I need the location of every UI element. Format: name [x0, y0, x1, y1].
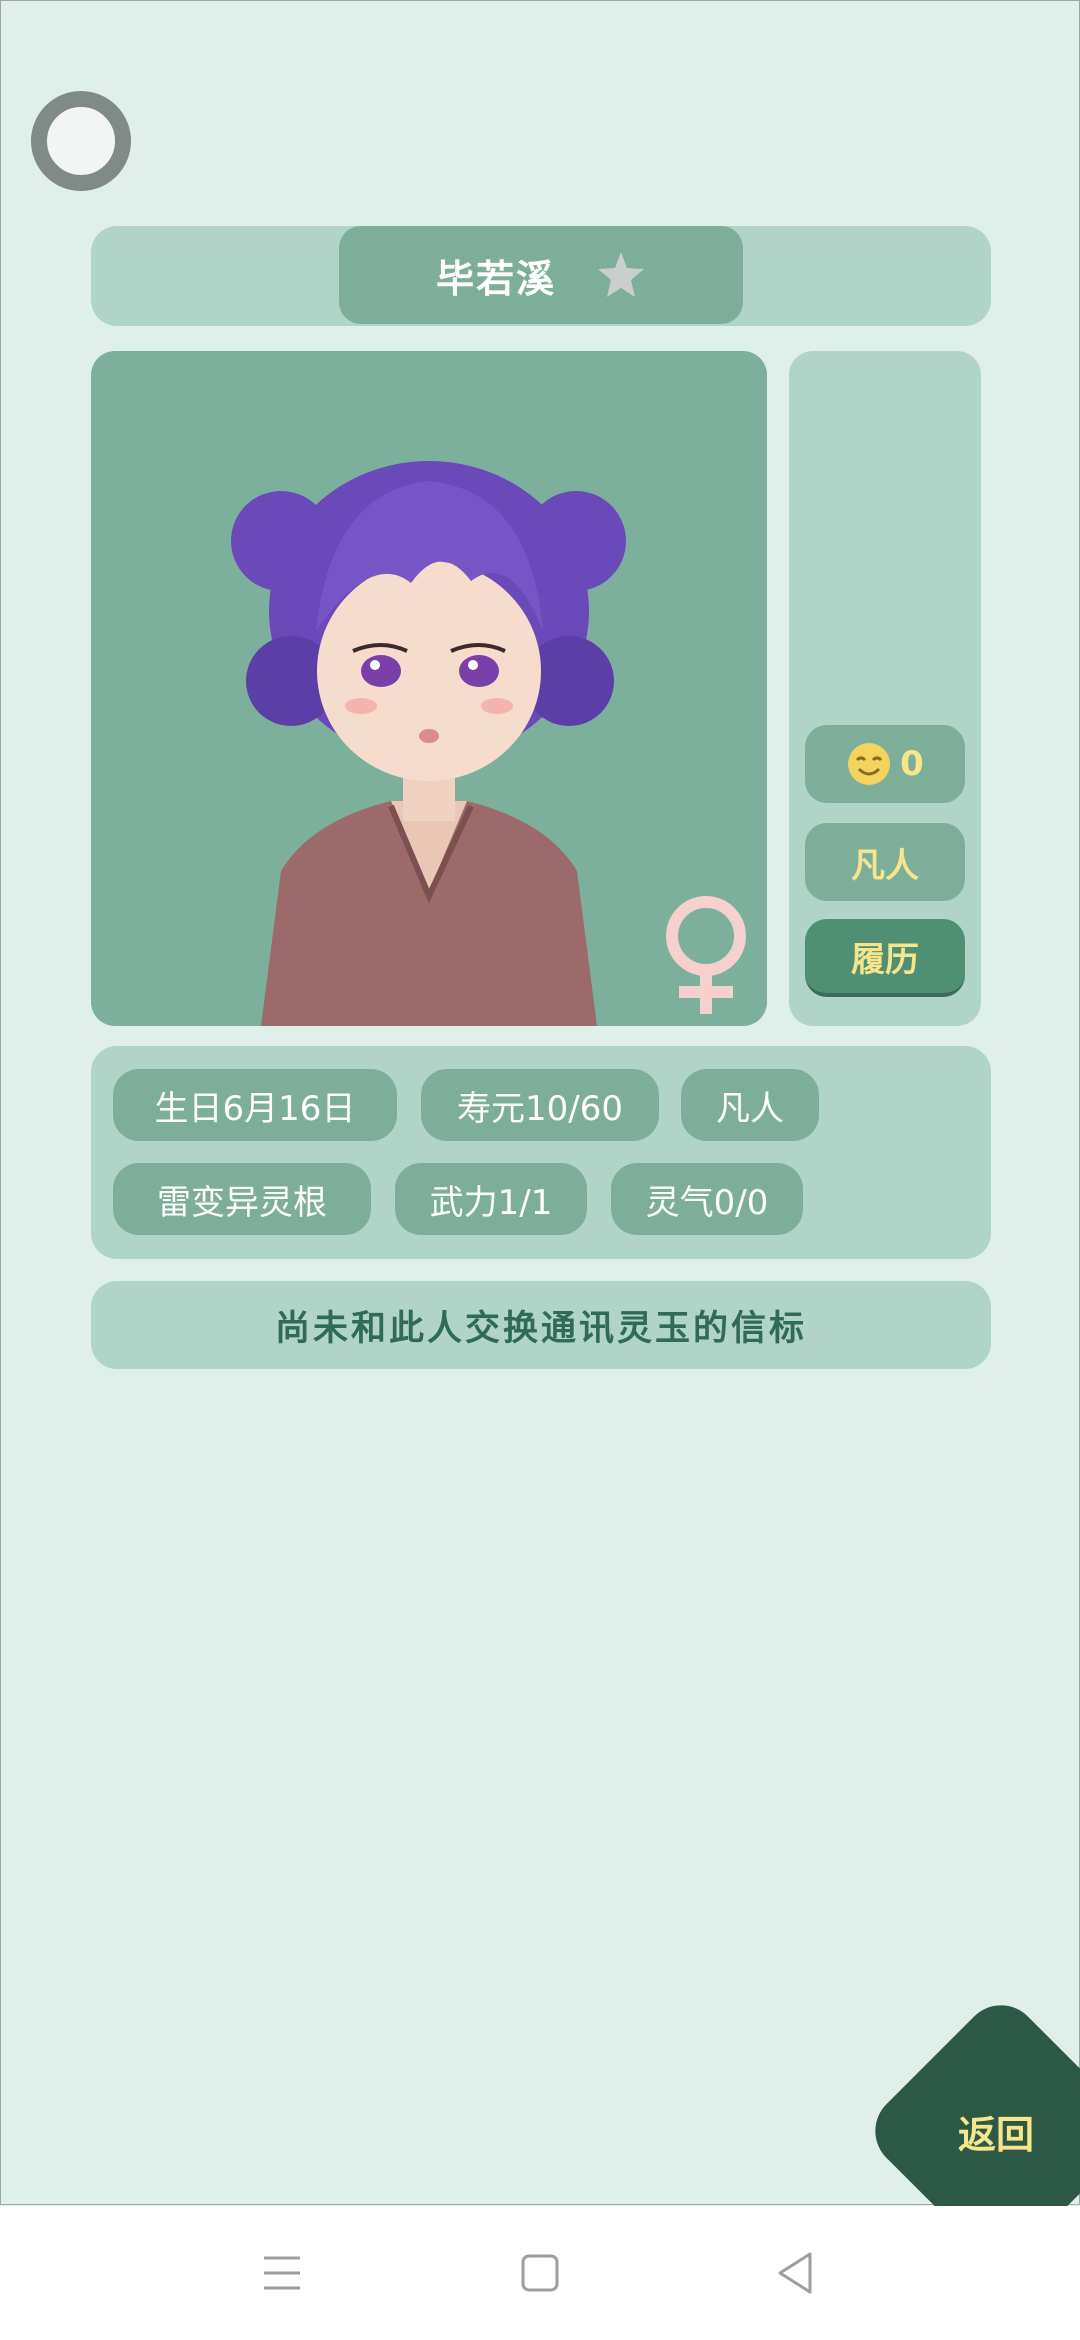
contact-notice: 尚未和此人交换通讯灵玉的信标 [91, 1281, 991, 1369]
back-label[interactable]: 返回 [931, 2101, 1061, 2161]
history-button[interactable]: 履历 [805, 919, 965, 997]
mood-button[interactable]: 0 [805, 725, 965, 803]
female-symbol-icon [666, 896, 746, 1014]
name-bar: 毕若溪 [91, 226, 991, 326]
back-triangle-icon[interactable] [776, 2248, 816, 2298]
lifespan-tag: 寿元10/60 [421, 1069, 659, 1141]
system-nav-bar [0, 2206, 1080, 2340]
star-icon[interactable] [596, 250, 646, 300]
realm-tag: 凡人 [681, 1069, 819, 1141]
side-panel: 0 凡人 履历 [789, 351, 981, 1026]
mood-value: 0 [900, 744, 924, 784]
menu-ring-button[interactable] [31, 91, 131, 191]
character-name: 毕若溪 [435, 256, 556, 301]
app-screen: 毕若溪 0 凡人 履历 生日6月16日 寿元10/60 凡人 雷变异灵根 武力1… [0, 0, 1080, 2273]
smiling-face-icon [848, 743, 891, 785]
qi-tag: 灵气0/0 [611, 1163, 803, 1235]
spirit-root-tag: 雷变异灵根 [113, 1163, 371, 1235]
birthday-tag: 生日6月16日 [113, 1069, 397, 1141]
menu-icon[interactable] [262, 2248, 302, 2298]
home-icon[interactable] [520, 2248, 560, 2298]
history-label: 履历 [851, 939, 919, 980]
name-pill: 毕若溪 [339, 226, 743, 324]
character-portrait [91, 351, 767, 1026]
rank-label: 凡人 [851, 845, 919, 886]
force-tag: 武力1/1 [395, 1163, 587, 1235]
rank-button[interactable]: 凡人 [805, 823, 965, 901]
info-panel: 生日6月16日 寿元10/60 凡人 雷变异灵根 武力1/1 灵气0/0 [91, 1046, 991, 1259]
